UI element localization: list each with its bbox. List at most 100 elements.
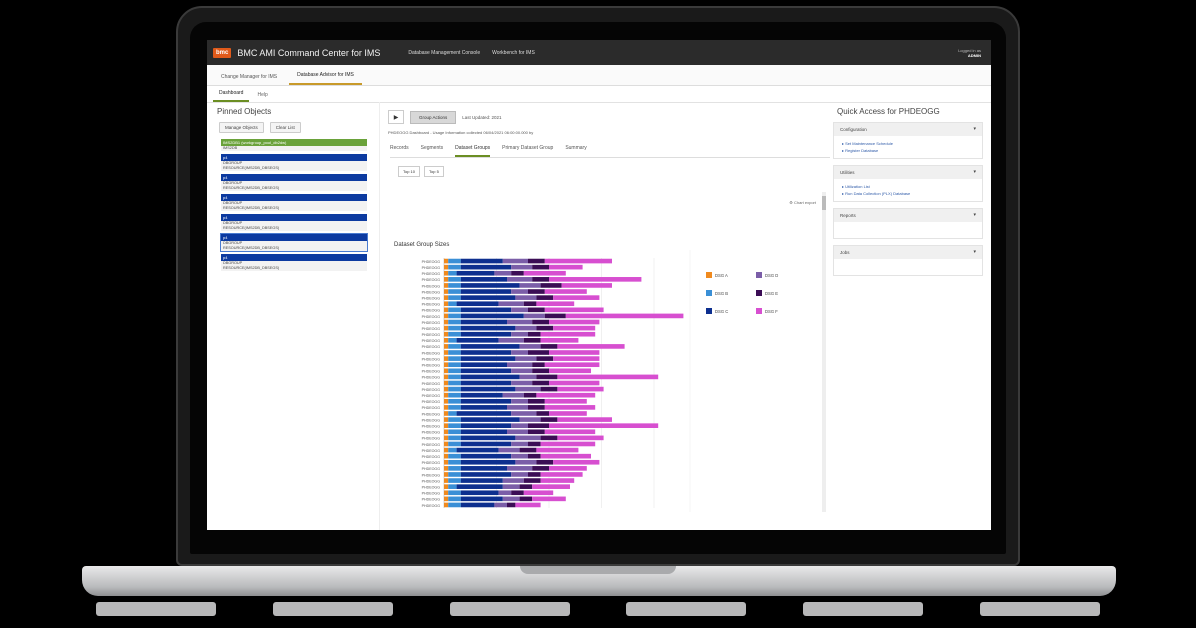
section-header[interactable]: Jobs ▾ <box>834 246 982 259</box>
pinned-object[interactable]: p4 DBGROUP RESOURCE(IMS2DB_DBSEGS) <box>221 214 367 231</box>
section-body <box>834 222 982 238</box>
bar-segment <box>511 264 533 270</box>
bar-segment <box>448 502 461 508</box>
bar-segment <box>540 453 591 459</box>
tab-help[interactable]: Help <box>251 90 273 102</box>
tab-segments[interactable]: Segments <box>421 145 444 157</box>
bar-segment <box>532 264 549 270</box>
bar-segment <box>444 356 449 361</box>
section-header[interactable]: Configuration ▾ <box>834 123 982 136</box>
scrollbar-thumb[interactable] <box>822 196 826 210</box>
bar-segment <box>456 338 499 343</box>
bar-segment <box>448 478 461 483</box>
bar-segment <box>448 435 461 441</box>
bar-segment <box>448 331 461 337</box>
bar-segment <box>460 277 507 282</box>
pinned-object[interactable]: p4 DBGROUP RESOURCE(IMS2DB_DBSEGS) <box>221 254 367 271</box>
tab-database-advisor[interactable]: Database Advisor for IMS <box>289 69 362 85</box>
chevron-down-icon[interactable]: ▾ <box>973 166 976 179</box>
tab-dashboard[interactable]: Dashboard <box>213 88 250 102</box>
bar-segment <box>494 270 512 276</box>
tab-records[interactable]: Records <box>390 145 409 157</box>
pinned-object[interactable]: p4 DBGROUP RESOURCE(IMS2DB_DBSEGS) <box>220 233 368 252</box>
bar-segment <box>523 478 541 483</box>
chevron-down-icon[interactable]: ▾ <box>973 246 976 259</box>
pinned-object[interactable]: IMS2DB1 (workgroup_pool_db2dw) IMS2DB <box>221 139 367 151</box>
pinned-object[interactable]: p4 DBGROUP RESOURCE(IMS2DB_DBSEGS) <box>221 154 367 171</box>
bar-segment <box>444 484 449 489</box>
legend-swatch <box>756 308 762 314</box>
legend-label: DSG E <box>765 291 778 296</box>
bar-segment <box>511 490 524 496</box>
bar-segment <box>444 466 449 471</box>
top-5-button[interactable]: Top 5 <box>424 166 444 177</box>
bar-segment <box>553 356 600 361</box>
bar-segment <box>511 411 537 416</box>
top-link-workbench[interactable]: Workbench for IMS <box>492 50 535 56</box>
bar-segment <box>507 277 533 282</box>
top-link-dmc[interactable]: Database Management Console <box>408 50 480 56</box>
bar-segment <box>460 459 516 465</box>
bar-segment <box>519 417 541 422</box>
bar-segment <box>460 386 516 392</box>
export-label: Chart export <box>793 200 816 205</box>
bar-segment <box>448 447 457 453</box>
bar-segment <box>444 264 449 270</box>
quick-access-link[interactable]: ▸ Utilization List <box>842 183 974 190</box>
play-icon[interactable]: ▶ <box>388 110 404 124</box>
user-info[interactable]: Logged in as ADMIN <box>958 48 981 58</box>
pinned-object[interactable]: p4 DBGROUP RESOURCE(IMS2DB_DBSEGS) <box>221 174 367 191</box>
bar-segment <box>565 313 684 319</box>
bar-segment <box>460 325 516 331</box>
section-header[interactable]: Utilities ▾ <box>834 166 982 179</box>
bar-segment <box>460 356 516 361</box>
bar-segment <box>444 374 449 380</box>
pinned-object-name: p4 <box>221 254 367 261</box>
bar-segment <box>498 447 520 453</box>
chevron-down-icon[interactable]: ▾ <box>973 209 976 222</box>
laptop-foot <box>803 602 924 616</box>
quick-access-link[interactable]: ▸ Set Maintenance Schedule <box>842 140 974 147</box>
quick-access-link[interactable]: ▸ Run Data Collection (PLX) Database <box>842 190 974 197</box>
bar-segment <box>494 502 507 508</box>
tick-label: PHDEOGG <box>422 473 441 477</box>
group-actions-button[interactable]: Group Actions <box>410 110 457 124</box>
tab-primary-dataset-group[interactable]: Primary Dataset Group <box>502 145 553 157</box>
bar-segment <box>444 289 449 294</box>
tab-dataset-groups[interactable]: Dataset Groups <box>455 145 491 157</box>
dashboard-main: ▶ Group Actions Last Updated: 2021 PHDEO… <box>379 102 830 530</box>
bar-segment <box>536 301 575 307</box>
clear-list-button[interactable]: Clear List <box>269 122 301 133</box>
pinned-object-name: p4 <box>221 174 367 181</box>
quick-access-link[interactable]: ▸ Register Database <box>842 147 974 154</box>
chart-scrollbar[interactable] <box>822 192 826 512</box>
pinned-object-detail: RESOURCE(IMS2DB_DBSEGS) <box>221 166 367 171</box>
tab-change-manager[interactable]: Change Manager for IMS <box>213 71 285 85</box>
chart-export-link[interactable]: ⚙ Chart export <box>789 200 816 205</box>
chevron-down-icon[interactable]: ▾ <box>973 123 976 136</box>
bar-segment <box>557 386 604 392</box>
bar-segment <box>444 301 449 307</box>
pinned-object-detail: IMS2DB <box>221 146 367 151</box>
bar-segment <box>523 301 537 307</box>
bar-segment <box>523 392 537 398</box>
section-header[interactable]: Reports ▾ <box>834 209 982 222</box>
tick-label: PHDEOGG <box>422 278 441 282</box>
tick-label: PHDEOGG <box>422 400 441 404</box>
bar-segment <box>532 380 549 386</box>
top-10-button[interactable]: Top 10 <box>398 166 421 177</box>
bar-segment <box>511 307 528 313</box>
bar-segment <box>460 295 516 300</box>
manage-objects-button[interactable]: Manage Objects <box>219 122 264 133</box>
pinned-object-name: p4 <box>221 234 367 241</box>
pinned-object[interactable]: p4 DBGROUP RESOURCE(IMS2DB_DBSEGS) <box>221 194 367 211</box>
bar-segment <box>448 338 457 343</box>
bar-segment <box>444 417 449 422</box>
bar-segment <box>460 350 512 355</box>
bar-segment <box>519 344 541 349</box>
bar-segment <box>448 301 457 307</box>
tab-summary[interactable]: Summary <box>565 145 586 157</box>
bar-segment <box>444 478 449 483</box>
quick-access-section: Reports ▾ <box>833 208 983 239</box>
bar-segment <box>460 331 512 337</box>
